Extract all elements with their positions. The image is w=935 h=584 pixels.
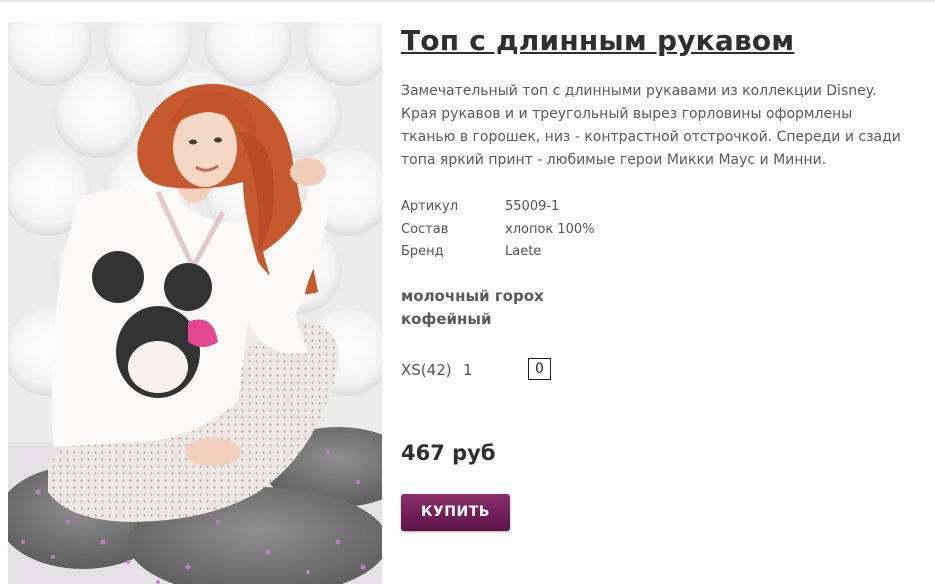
product-price: 467 руб — [401, 441, 496, 465]
size-row: XS(42) 1 0 — [401, 358, 551, 380]
color-options: молочный горох кофейный — [401, 285, 544, 331]
spec-label: Артикул — [401, 199, 459, 214]
product-photo-image — [8, 22, 382, 584]
size-stock: 1 — [463, 360, 473, 379]
product-title: Топ с длинным рукавом — [401, 24, 795, 57]
product-photo[interactable] — [8, 22, 382, 584]
top-divider — [0, 0, 935, 2]
product-description: Замечательный топ с длинными рукавами из… — [401, 83, 901, 168]
spec-row-article: Артикул 55009-1 — [401, 196, 595, 219]
spec-value: 55009-1 — [505, 199, 560, 214]
color-option-milky-dots[interactable]: молочный горох — [401, 285, 544, 308]
spec-row-composition: Состав хлопок 100% — [401, 219, 595, 242]
quantity-input[interactable]: 0 — [528, 358, 551, 380]
spec-value: Laete — [505, 244, 542, 259]
size-label: XS(42) — [401, 360, 452, 379]
spec-value: хлопок 100% — [505, 221, 595, 237]
spec-row-brand: Бренд Laete — [401, 241, 595, 264]
buy-button[interactable]: КУПИТЬ — [401, 494, 510, 531]
product-specs: Артикул 55009-1 Состав хлопок 100% Бренд La… — [401, 196, 595, 264]
spec-label: Бренд — [401, 244, 444, 259]
spec-label: Состав — [401, 221, 449, 237]
color-option-coffee[interactable]: кофейный — [401, 308, 544, 331]
